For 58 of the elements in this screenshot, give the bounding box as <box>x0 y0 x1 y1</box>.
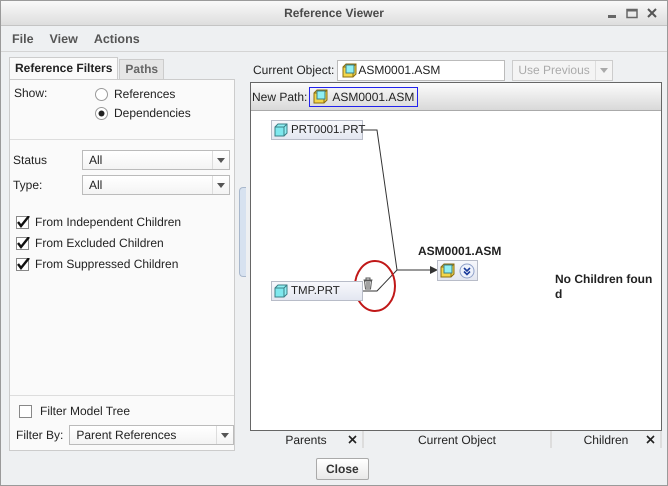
field-label: Type: <box>13 178 44 192</box>
part-icon <box>274 284 288 298</box>
path-item[interactable]: ASM0001.ASM <box>309 86 418 106</box>
assembly-icon <box>440 263 455 278</box>
show-label: Show: <box>14 86 48 102</box>
field-label: Status <box>13 153 48 167</box>
checkbox[interactable] <box>16 216 30 228</box>
radio-label: References <box>114 87 176 101</box>
assembly-icon <box>342 62 358 78</box>
current-object-field[interactable]: ASM0001.ASM <box>337 60 506 80</box>
checkbox-label: From Independent Children <box>35 215 182 229</box>
window-title: Reference Viewer <box>283 6 385 20</box>
tab[interactable]: Paths <box>119 59 164 79</box>
column-header: Parents <box>250 431 364 448</box>
radio-button[interactable] <box>95 88 108 100</box>
part-node[interactable]: TMP.PRT <box>271 281 363 301</box>
splitter-handle[interactable] <box>239 187 246 277</box>
checkbox[interactable] <box>16 236 30 250</box>
tab[interactable]: Reference Filters <box>9 57 118 79</box>
field-label: Filter By: <box>16 428 64 442</box>
field-value: ASM0001.ASM <box>358 63 440 77</box>
dropdown[interactable]: All <box>82 150 230 170</box>
dropdown[interactable]: Parent References <box>69 425 234 445</box>
field-label: Current Object: <box>253 63 334 77</box>
dropdown-value: All <box>88 178 104 192</box>
use-previous-dropdown: Use Previous <box>512 60 613 80</box>
node-label: PRT0001.PRT <box>291 124 366 136</box>
path-item-label: ASM0001.ASM <box>332 90 414 104</box>
close-icon[interactable] <box>647 8 657 18</box>
column-header: Children <box>552 431 662 448</box>
part-icon <box>274 123 288 137</box>
field-label: New Path: <box>252 90 308 104</box>
checkbox-label: From Suppressed Children <box>35 257 178 271</box>
close-button[interactable]: Close <box>316 458 369 480</box>
radio-button[interactable] <box>95 106 108 120</box>
radio-label: Dependencies <box>114 106 191 120</box>
checkbox-label: From Excluded Children <box>35 236 164 250</box>
node-title: ASM0001.ASM <box>418 244 502 258</box>
menu-item[interactable]: File <box>4 32 42 46</box>
expand-icon[interactable] <box>459 262 475 278</box>
close-icon[interactable] <box>348 435 357 444</box>
dropdown-value: All <box>88 153 104 167</box>
checkbox[interactable] <box>16 258 30 270</box>
column-header: Current Object <box>364 431 552 448</box>
node-label: TMP.PRT <box>291 285 340 297</box>
trash-icon[interactable] <box>362 277 374 290</box>
part-node[interactable]: PRT0001.PRT <box>271 120 363 140</box>
close-icon[interactable] <box>646 435 655 444</box>
empty-message: No Children found <box>555 272 654 302</box>
menu-item[interactable]: View <box>42 32 86 46</box>
maximize-icon[interactable] <box>626 8 638 18</box>
assembly-node[interactable] <box>437 260 478 281</box>
checkbox[interactable] <box>19 404 33 418</box>
dropdown-value: Parent References <box>75 428 178 442</box>
checkbox-label: Filter Model Tree <box>40 404 130 418</box>
assembly-icon <box>313 89 328 104</box>
dropdown[interactable]: All <box>82 175 230 195</box>
menu-item[interactable]: Actions <box>86 32 148 46</box>
